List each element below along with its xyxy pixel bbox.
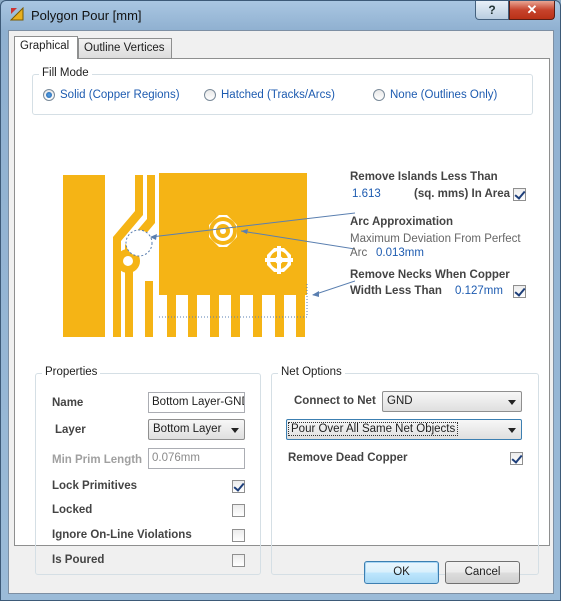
lock-primitives-label: Lock Primitives	[52, 480, 138, 492]
chevron-down-icon	[231, 428, 239, 433]
locked-checkbox[interactable]	[232, 504, 245, 517]
arc-approx-value[interactable]: 0.013mm	[376, 247, 424, 259]
fill-hatched-label: Hatched (Tracks/Arcs)	[221, 89, 335, 101]
net-options-title: Net Options	[278, 366, 345, 378]
copper-finger	[210, 295, 219, 337]
remove-islands-checkbox[interactable]	[513, 188, 526, 201]
connect-to-net-select[interactable]: GND	[382, 391, 522, 412]
graphical-tab-pane: Fill Mode Solid (Copper Regions) Hatched…	[14, 58, 550, 575]
dialog-client: Graphical Outline Vertices Fill Mode Sol…	[8, 30, 554, 594]
callout-necks	[312, 280, 355, 296]
arc-approx-desc: Maximum Deviation From Perfect	[350, 233, 521, 245]
copper-finger	[231, 295, 240, 337]
min-prim-length-field: 0.076mm	[148, 448, 245, 469]
name-label: Name	[52, 397, 84, 409]
arc-approx-desc2: Arc	[350, 247, 368, 259]
layer-select-value: Bottom Layer	[153, 423, 222, 435]
net-options-group: Net Options Connect to Net GND Pour Over…	[271, 366, 539, 575]
copper-finger	[296, 295, 305, 337]
remove-necks-value[interactable]: 0.127mm	[455, 285, 503, 297]
dialog-window: Polygon Pour [mm] ? ✕ Graphical Outline …	[0, 0, 561, 601]
properties-title: Properties	[42, 366, 101, 378]
remove-necks-label2: Width Less Than	[350, 285, 442, 297]
connect-to-net-label: Connect to Net	[294, 395, 376, 407]
pour-mode-select[interactable]: Pour Over All Same Net Objects	[286, 419, 522, 440]
ok-button[interactable]: OK	[364, 561, 439, 584]
radio-selected-icon	[43, 89, 55, 101]
app-icon	[10, 7, 24, 21]
min-prim-length-label: Min Prim Length	[52, 454, 143, 466]
remove-necks-checkbox[interactable]	[513, 285, 526, 298]
copper-finger	[188, 295, 197, 337]
copper-finger	[145, 281, 153, 337]
close-button[interactable]: ✕	[509, 1, 555, 20]
ignore-online-checkbox[interactable]	[232, 529, 245, 542]
arc-approx-label: Arc Approximation	[350, 216, 454, 228]
remove-dead-copper-checkbox[interactable]	[510, 452, 523, 465]
layer-select[interactable]: Bottom Layer	[148, 419, 245, 440]
remove-necks-label: Remove Necks When Copper	[350, 269, 510, 281]
properties-group: Properties Name Bottom Layer-GND Layer B…	[35, 366, 261, 575]
title-bar[interactable]: Polygon Pour [mm] ? ✕	[1, 1, 560, 29]
copper-finger	[253, 295, 262, 337]
locked-label: Locked	[52, 504, 93, 516]
remove-islands-label: Remove Islands Less Than	[350, 171, 498, 183]
ignore-online-label: Ignore On-Line Violations	[52, 529, 192, 541]
cancel-button[interactable]: Cancel	[445, 561, 520, 584]
remove-islands-unit: (sq. mms) In Area	[414, 188, 511, 200]
fill-mode-group: Fill Mode Solid (Copper Regions) Hatched…	[32, 67, 533, 115]
copper-finger	[167, 295, 176, 337]
radio-unselected-icon	[204, 89, 216, 101]
polygon-preview-illustration	[63, 173, 355, 337]
window-title: Polygon Pour [mm]	[31, 8, 142, 23]
layer-label: Layer	[55, 424, 86, 436]
fill-hatched-radio[interactable]: Hatched (Tracks/Arcs)	[204, 89, 335, 101]
fill-none-radio[interactable]: None (Outlines Only)	[373, 89, 497, 101]
connect-to-net-value: GND	[387, 395, 413, 407]
is-poured-checkbox[interactable]	[232, 554, 245, 567]
lock-primitives-checkbox[interactable]	[232, 480, 245, 493]
removed-island-marker	[125, 229, 153, 257]
remove-islands-value[interactable]: 1.613	[352, 188, 381, 200]
remove-dead-copper-label: Remove Dead Copper	[288, 452, 408, 464]
tab-outline-vertices[interactable]: Outline Vertices	[78, 38, 172, 58]
is-poured-label: Is Poured	[52, 554, 105, 566]
copper-finger	[275, 295, 284, 337]
tab-graphical[interactable]: Graphical	[14, 36, 78, 59]
fill-solid-label: Solid (Copper Regions)	[60, 89, 180, 101]
fill-solid-radio[interactable]: Solid (Copper Regions)	[43, 89, 180, 101]
copper-region-left	[63, 175, 105, 337]
chevron-down-icon	[508, 400, 516, 405]
help-button[interactable]: ?	[475, 1, 509, 20]
name-field[interactable]: Bottom Layer-GND	[148, 392, 245, 413]
radio-unselected-icon	[373, 89, 385, 101]
fill-mode-title: Fill Mode	[39, 67, 92, 79]
fill-none-label: None (Outlines Only)	[390, 89, 498, 101]
chevron-down-icon	[508, 428, 516, 433]
pour-mode-value: Pour Over All Same Net Objects	[288, 422, 459, 436]
